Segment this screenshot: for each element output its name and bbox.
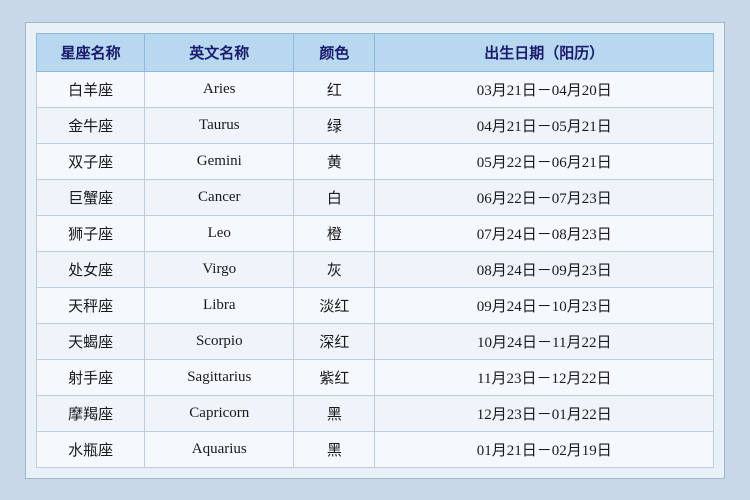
cell-date: 03月21日－04月20日	[375, 71, 714, 107]
cell-chinese: 天蝎座	[37, 323, 145, 359]
cell-color: 橙	[294, 215, 375, 251]
cell-date: 12月23日－01月22日	[375, 395, 714, 431]
cell-english: Virgo	[145, 251, 294, 287]
cell-color: 绿	[294, 107, 375, 143]
cell-color: 灰	[294, 251, 375, 287]
cell-date: 01月21日－02月19日	[375, 431, 714, 467]
cell-color: 黑	[294, 431, 375, 467]
cell-color: 淡红	[294, 287, 375, 323]
cell-english: Taurus	[145, 107, 294, 143]
cell-date: 10月24日－11月22日	[375, 323, 714, 359]
table-row: 天秤座Libra淡红09月24日－10月23日	[37, 287, 714, 323]
cell-english: Cancer	[145, 179, 294, 215]
table-row: 白羊座Aries红03月21日－04月20日	[37, 71, 714, 107]
cell-english: Gemini	[145, 143, 294, 179]
cell-english: Aquarius	[145, 431, 294, 467]
cell-date: 11月23日－12月22日	[375, 359, 714, 395]
cell-date: 07月24日－08月23日	[375, 215, 714, 251]
table-header-row: 星座名称 英文名称 颜色 出生日期（阳历）	[37, 33, 714, 71]
cell-color: 黄	[294, 143, 375, 179]
zodiac-table: 星座名称 英文名称 颜色 出生日期（阳历） 白羊座Aries红03月21日－04…	[36, 33, 714, 468]
cell-english: Sagittarius	[145, 359, 294, 395]
cell-color: 红	[294, 71, 375, 107]
table-row: 摩羯座Capricorn黑12月23日－01月22日	[37, 395, 714, 431]
cell-english: Aries	[145, 71, 294, 107]
cell-date: 09月24日－10月23日	[375, 287, 714, 323]
table-row: 水瓶座Aquarius黑01月21日－02月19日	[37, 431, 714, 467]
table-body: 白羊座Aries红03月21日－04月20日金牛座Taurus绿04月21日－0…	[37, 71, 714, 467]
cell-color: 紫红	[294, 359, 375, 395]
main-container: 星座名称 英文名称 颜色 出生日期（阳历） 白羊座Aries红03月21日－04…	[25, 22, 725, 479]
header-date: 出生日期（阳历）	[375, 33, 714, 71]
cell-chinese: 双子座	[37, 143, 145, 179]
cell-chinese: 射手座	[37, 359, 145, 395]
cell-chinese: 天秤座	[37, 287, 145, 323]
table-row: 射手座Sagittarius紫红11月23日－12月22日	[37, 359, 714, 395]
cell-date: 04月21日－05月21日	[375, 107, 714, 143]
table-row: 双子座Gemini黄05月22日－06月21日	[37, 143, 714, 179]
cell-date: 08月24日－09月23日	[375, 251, 714, 287]
cell-chinese: 水瓶座	[37, 431, 145, 467]
cell-chinese: 摩羯座	[37, 395, 145, 431]
cell-chinese: 狮子座	[37, 215, 145, 251]
cell-color: 黑	[294, 395, 375, 431]
cell-color: 深红	[294, 323, 375, 359]
header-chinese: 星座名称	[37, 33, 145, 71]
table-row: 处女座Virgo灰08月24日－09月23日	[37, 251, 714, 287]
cell-date: 06月22日－07月23日	[375, 179, 714, 215]
cell-english: Capricorn	[145, 395, 294, 431]
cell-chinese: 处女座	[37, 251, 145, 287]
table-row: 狮子座Leo橙07月24日－08月23日	[37, 215, 714, 251]
header-english: 英文名称	[145, 33, 294, 71]
cell-color: 白	[294, 179, 375, 215]
header-color: 颜色	[294, 33, 375, 71]
cell-english: Libra	[145, 287, 294, 323]
cell-chinese: 巨蟹座	[37, 179, 145, 215]
cell-chinese: 白羊座	[37, 71, 145, 107]
cell-english: Scorpio	[145, 323, 294, 359]
cell-english: Leo	[145, 215, 294, 251]
table-row: 巨蟹座Cancer白06月22日－07月23日	[37, 179, 714, 215]
cell-date: 05月22日－06月21日	[375, 143, 714, 179]
table-row: 天蝎座Scorpio深红10月24日－11月22日	[37, 323, 714, 359]
cell-chinese: 金牛座	[37, 107, 145, 143]
table-row: 金牛座Taurus绿04月21日－05月21日	[37, 107, 714, 143]
